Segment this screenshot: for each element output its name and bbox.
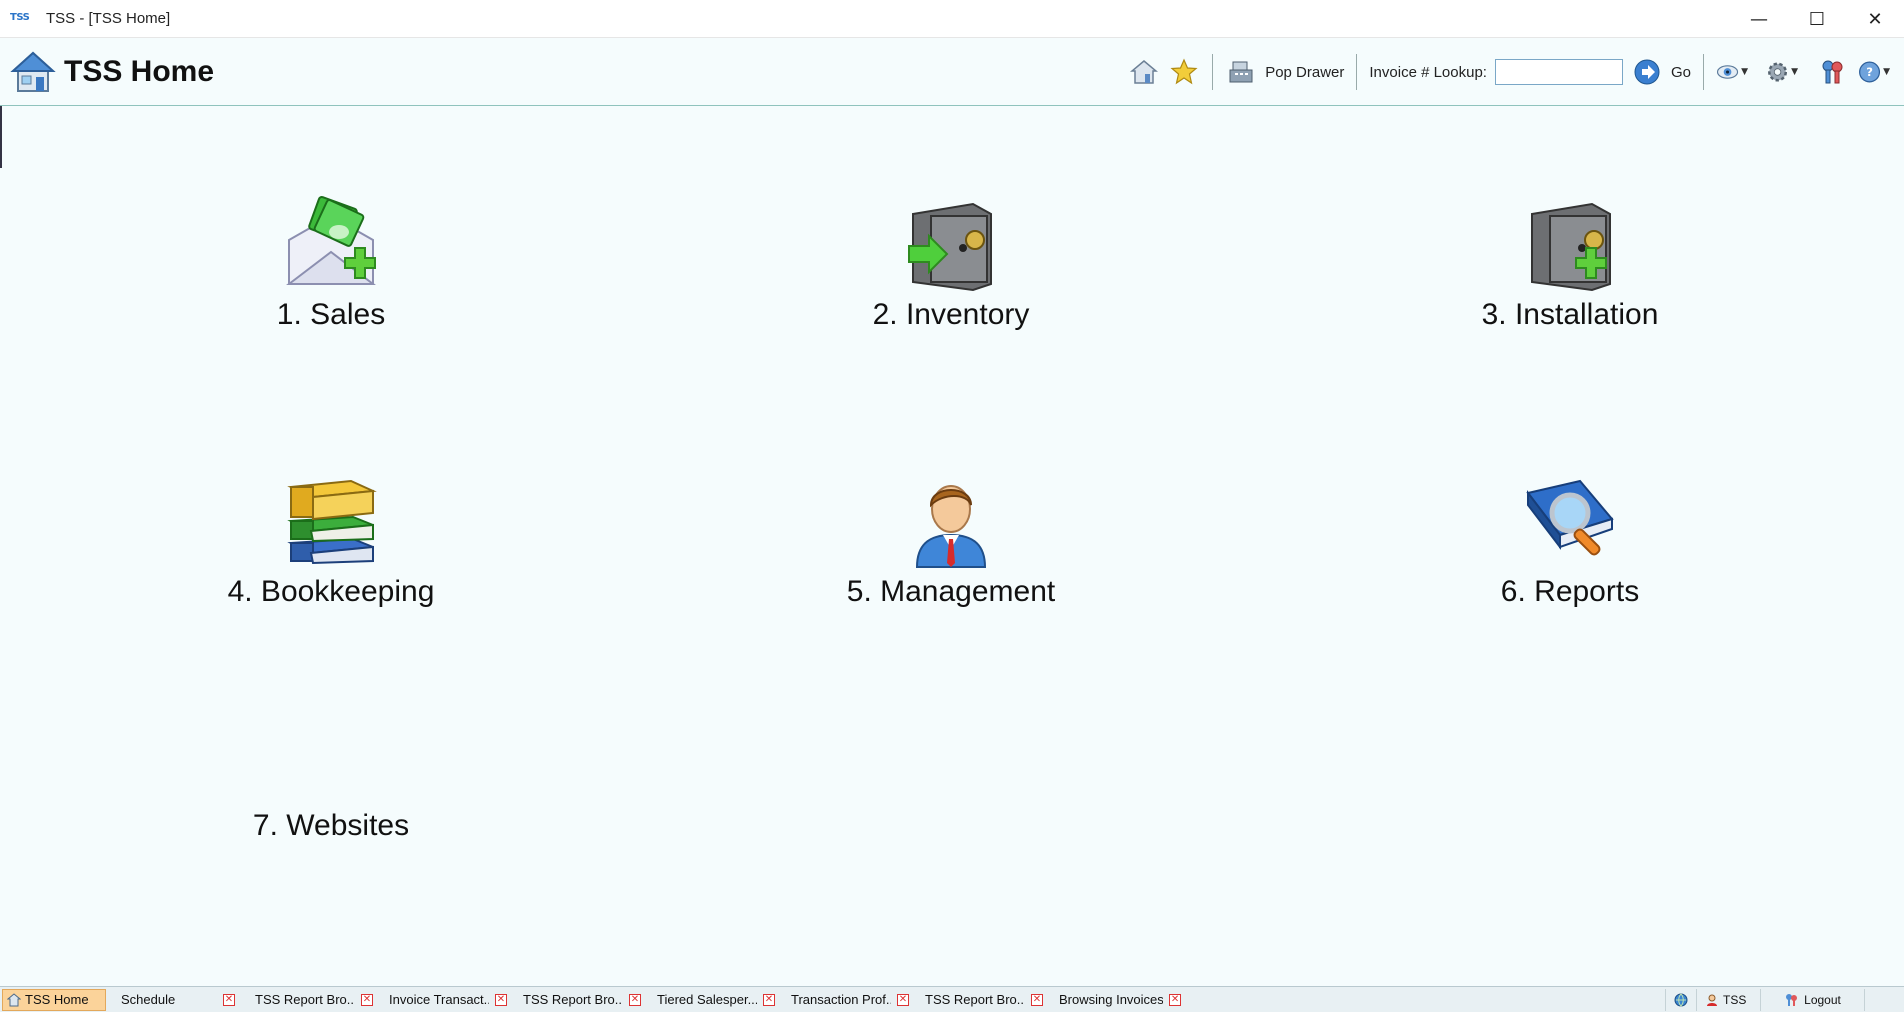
globe-icon <box>1674 993 1688 1007</box>
pop-drawer-button[interactable]: Pop Drawer <box>1265 64 1344 81</box>
close-tab-icon[interactable]: ✕ <box>495 993 507 1006</box>
home-title-area: TSS Home <box>10 49 214 95</box>
menu-bookkeeping[interactable]: 4. Bookkeeping <box>227 473 435 609</box>
close-button[interactable]: ✕ <box>1846 0 1904 38</box>
task-tab-label: Invoice Transact... <box>389 992 489 1007</box>
keys-icon[interactable] <box>1816 56 1848 88</box>
cash-register-icon[interactable] <box>1225 56 1257 88</box>
invoice-lookup-label: Invoice # Lookup: <box>1369 63 1487 81</box>
task-tab-label: TSS Report Bro... <box>523 992 623 1007</box>
reports-book-magnifier-icon <box>1526 479 1614 556</box>
task-tab-label: Transaction Prof... <box>791 992 891 1007</box>
close-tab-icon[interactable]: ✕ <box>1169 993 1181 1006</box>
logout-label: Logout <box>1804 993 1841 1007</box>
page-title: TSS Home <box>64 54 215 88</box>
toolbar: Pop Drawer Invoice # Lookup: Go ▼ ▼ ? ▼ <box>1124 38 1894 106</box>
menu-reports-label: 6. Reports <box>1500 575 1640 608</box>
toolbar-divider <box>1212 54 1214 90</box>
minimize-button[interactable]: — <box>1730 0 1788 38</box>
header-toolbar: TSS Home Pop Drawer Invoice # Lookup: Go… <box>0 38 1904 106</box>
menu-installation-label: 3. Installation <box>1481 298 1659 331</box>
status-area: TSS Logout <box>1665 987 1904 1012</box>
go-arrow-icon[interactable] <box>1631 56 1663 88</box>
invoice-lookup-input[interactable] <box>1494 59 1623 85</box>
view-eye-icon[interactable]: ▼ <box>1716 56 1748 88</box>
go-button[interactable]: Go <box>1671 64 1691 81</box>
app-icon: TSS <box>10 11 30 23</box>
bottom-taskbar: TSS Home Schedule ✕ TSS Report Bro... ✕ … <box>0 986 1904 1012</box>
status-spacer <box>1864 989 1904 1011</box>
close-tab-icon[interactable]: ✕ <box>763 993 775 1006</box>
task-tab-label: TSS Report Bro... <box>255 992 355 1007</box>
menu-installation[interactable]: 3. Installation <box>1466 196 1674 332</box>
favorites-star-icon[interactable] <box>1168 56 1200 88</box>
sales-money-envelope-icon <box>286 196 376 285</box>
current-user[interactable]: TSS <box>1696 989 1760 1011</box>
chevron-down-icon: ▼ <box>1741 67 1748 77</box>
menu-sales[interactable]: 1. Sales <box>227 196 435 332</box>
logout-button[interactable]: Logout <box>1760 989 1864 1011</box>
close-tab-icon[interactable]: ✕ <box>223 993 235 1006</box>
task-tab-tiered-salesperson[interactable]: Tiered Salesper... ✕ <box>648 989 780 1011</box>
menu-management[interactable]: 5. Management <box>847 473 1055 609</box>
task-tab-tss-home[interactable]: TSS Home <box>2 988 106 1011</box>
close-tab-icon[interactable]: ✕ <box>1031 993 1043 1006</box>
bookkeeping-books-icon <box>287 479 377 565</box>
toolbar-divider <box>1356 54 1358 90</box>
task-tab-report-browser[interactable]: TSS Report Bro... ✕ <box>246 989 378 1011</box>
task-tab-report-browser[interactable]: TSS Report Bro... ✕ <box>514 989 646 1011</box>
svg-text:?: ? <box>1866 65 1873 79</box>
close-tab-icon[interactable]: ✕ <box>897 993 909 1006</box>
menu-inventory[interactable]: 2. Inventory <box>847 196 1055 332</box>
left-edge-divider <box>0 106 2 168</box>
window-controls: — ☐ ✕ <box>1730 0 1904 38</box>
chevron-down-icon: ▼ <box>1791 67 1798 77</box>
window-title: TSS - [TSS Home] <box>46 10 171 27</box>
installation-safe-add-icon <box>1531 202 1611 292</box>
logout-icon <box>1786 994 1798 1006</box>
task-tab-label: TSS Home <box>25 992 89 1007</box>
task-tab-schedule[interactable]: Schedule ✕ <box>112 989 244 1011</box>
task-tab-label: Schedule <box>121 992 176 1007</box>
settings-gear-icon[interactable]: ▼ <box>1766 56 1798 88</box>
task-tab-report-browser[interactable]: TSS Report Bro... ✕ <box>916 989 1048 1011</box>
inventory-safe-icon <box>908 202 992 292</box>
menu-sales-label: 1. Sales <box>276 298 386 331</box>
chevron-down-icon: ▼ <box>1883 67 1890 77</box>
window-titlebar: TSS TSS - [TSS Home] — ☐ ✕ <box>0 0 1904 38</box>
task-tab-label: TSS Report Bro... <box>925 992 1025 1007</box>
task-tab-invoice-transactions[interactable]: Invoice Transact... ✕ <box>380 989 512 1011</box>
menu-inventory-label: 2. Inventory <box>872 298 1030 331</box>
home-icon[interactable] <box>1128 56 1160 88</box>
close-tab-icon[interactable]: ✕ <box>629 993 641 1006</box>
toolbar-divider <box>1703 54 1704 90</box>
menu-websites-label: 7. Websites <box>252 809 410 842</box>
user-icon <box>1707 994 1717 1006</box>
home-icon <box>10 51 56 92</box>
task-tab-label: Browsing Invoices <box>1059 992 1164 1007</box>
menu-websites[interactable]: 7. Websites <box>227 803 435 843</box>
menu-management-label: 5. Management <box>846 575 1056 608</box>
menu-bookkeeping-label: 4. Bookkeeping <box>227 575 435 608</box>
menu-reports[interactable]: 6. Reports <box>1466 473 1674 609</box>
help-icon[interactable]: ? ▼ <box>1858 56 1890 88</box>
task-tab-browsing-invoices[interactable]: Browsing Invoices ✕ <box>1050 989 1186 1011</box>
management-businessman-icon <box>915 485 987 568</box>
network-status <box>1665 989 1696 1011</box>
task-tab-transaction-profile[interactable]: Transaction Prof... ✕ <box>782 989 914 1011</box>
maximize-button[interactable]: ☐ <box>1788 0 1846 38</box>
task-tab-label: Tiered Salesper... <box>657 992 757 1007</box>
close-tab-icon[interactable]: ✕ <box>361 993 373 1006</box>
current-user-label: TSS <box>1723 993 1747 1007</box>
home-icon <box>7 992 21 1006</box>
